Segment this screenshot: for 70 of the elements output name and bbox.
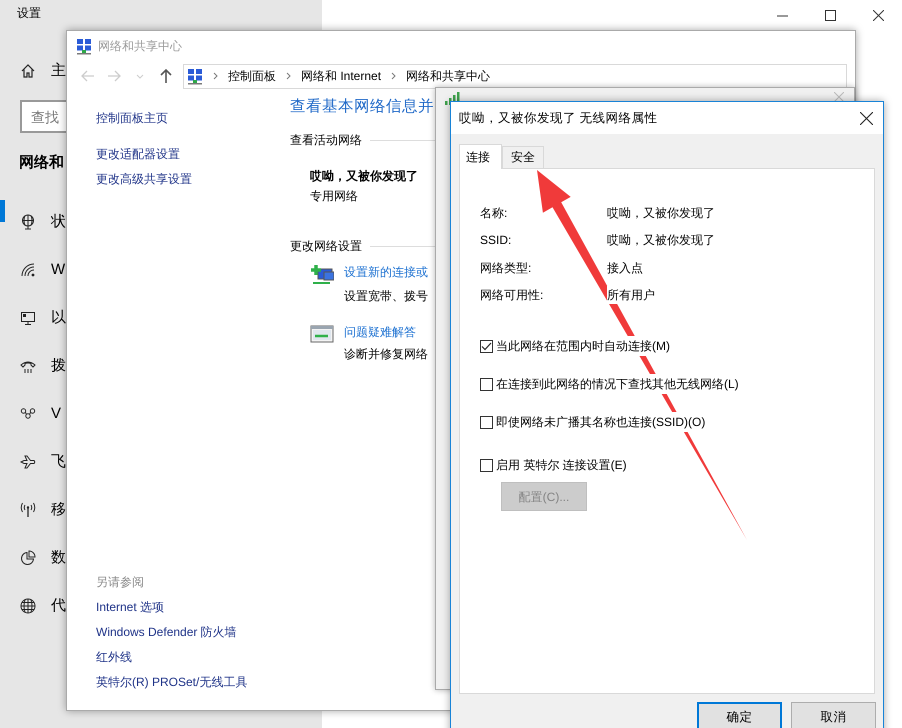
nav-label[interactable]: 状 — [51, 210, 66, 234]
chevron-icon — [213, 72, 218, 80]
globe-icon[interactable] — [20, 598, 36, 614]
nav-label[interactable]: 代 — [51, 594, 66, 618]
search-field[interactable]: 查找 — [20, 100, 66, 133]
maximize-icon[interactable] — [824, 10, 836, 20]
chevron-icon — [286, 72, 291, 80]
monitor-icon[interactable] — [20, 310, 36, 326]
close-icon[interactable] — [872, 10, 884, 20]
see-also-link[interactable]: 英特尔(R) PROSet/无线工具 — [96, 672, 248, 692]
ok-button[interactable]: 确定 — [697, 702, 782, 728]
window-title: 设置 — [17, 5, 41, 22]
see-also-link[interactable]: Windows Defender 防火墙 — [96, 622, 237, 642]
checkbox-label[interactable]: 当此网络在范围内时自动连接(M) — [496, 336, 670, 356]
wifi-icon[interactable] — [20, 262, 36, 278]
task-description: 诊断并修复网络 — [344, 346, 428, 363]
monitor-globe-icon[interactable] — [20, 214, 36, 230]
nav-label[interactable]: 主 — [51, 60, 66, 82]
cancel-button[interactable]: 取消 — [791, 702, 876, 728]
task-description: 设置宽带、拨号 — [344, 288, 428, 305]
property-value: 所有用户 — [607, 286, 655, 304]
see-also-link[interactable]: 红外线 — [96, 647, 132, 667]
property-label: SSID: — [480, 232, 512, 250]
section-title: 更改网络设置 — [290, 238, 362, 255]
property-label: 名称: — [480, 204, 508, 222]
breadcrumb[interactable]: 控制面板 — [228, 67, 276, 85]
breadcrumb[interactable]: 网络和 Internet — [301, 67, 382, 85]
tab[interactable]: 连接 — [459, 144, 502, 169]
up-arrow-icon[interactable] — [159, 68, 173, 84]
section-title: 查看活动网络 — [290, 132, 362, 149]
tab[interactable]: 安全 — [502, 146, 544, 168]
checkbox[interactable] — [480, 458, 493, 472]
page-heading: 查看基本网络信息并 — [290, 97, 435, 117]
sidebar-link[interactable]: 控制面板主页 — [96, 108, 168, 128]
dialog-title: 哎呦，又被你发现了 无线网络属性 — [459, 110, 658, 127]
sidebar-link[interactable]: 更改适配器设置 — [96, 144, 180, 164]
close-icon[interactable] — [860, 112, 873, 124]
nav-label[interactable]: 以 — [51, 306, 66, 330]
nav-label[interactable]: 移 — [51, 498, 66, 522]
nav-label[interactable]: 飞 — [51, 450, 66, 474]
network-icon — [76, 38, 92, 54]
checkbox-label[interactable]: 即使网络未广播其名称也连接(SSID)(O) — [496, 412, 706, 432]
see-also-label: 另请参阅 — [96, 574, 144, 591]
window-title: 网络和共享中心 — [98, 38, 182, 55]
breadcrumb[interactable]: 网络和共享中心 — [406, 67, 490, 85]
airplane-icon[interactable] — [20, 454, 36, 470]
section-title: 网络和 — [19, 153, 64, 173]
home-icon[interactable] — [20, 63, 36, 80]
sidebar-link[interactable]: 更改高级共享设置 — [96, 169, 192, 189]
nav-label[interactable]: 拨 — [51, 354, 66, 378]
checkbox[interactable] — [480, 416, 493, 428]
see-also-link[interactable]: Internet 选项 — [96, 597, 164, 617]
antenna-icon[interactable] — [20, 502, 36, 518]
monitors-plus-icon — [310, 264, 334, 284]
nav-label[interactable]: 数 — [51, 546, 66, 570]
property-label: 网络类型: — [480, 260, 532, 277]
nav-label[interactable]: V — [51, 402, 62, 426]
property-label: 网络可用性: — [480, 287, 544, 304]
chevron-icon — [391, 72, 396, 80]
pie-chart-icon[interactable] — [20, 550, 36, 566]
window-icon — [310, 324, 334, 344]
task-link[interactable]: 设置新的连接或 — [344, 262, 428, 282]
checkbox[interactable] — [480, 340, 493, 352]
network-type: 专用网络 — [310, 188, 358, 205]
network-icon — [187, 68, 203, 84]
checkbox[interactable] — [480, 378, 493, 390]
network-name: 哎呦，又被你发现了 — [310, 168, 418, 185]
nav-label[interactable]: W — [51, 258, 66, 282]
checkbox-label[interactable]: 在连接到此网络的情况下查找其他无线网络(L) — [496, 374, 739, 394]
task-link[interactable]: 问题疑难解答 — [344, 322, 416, 342]
